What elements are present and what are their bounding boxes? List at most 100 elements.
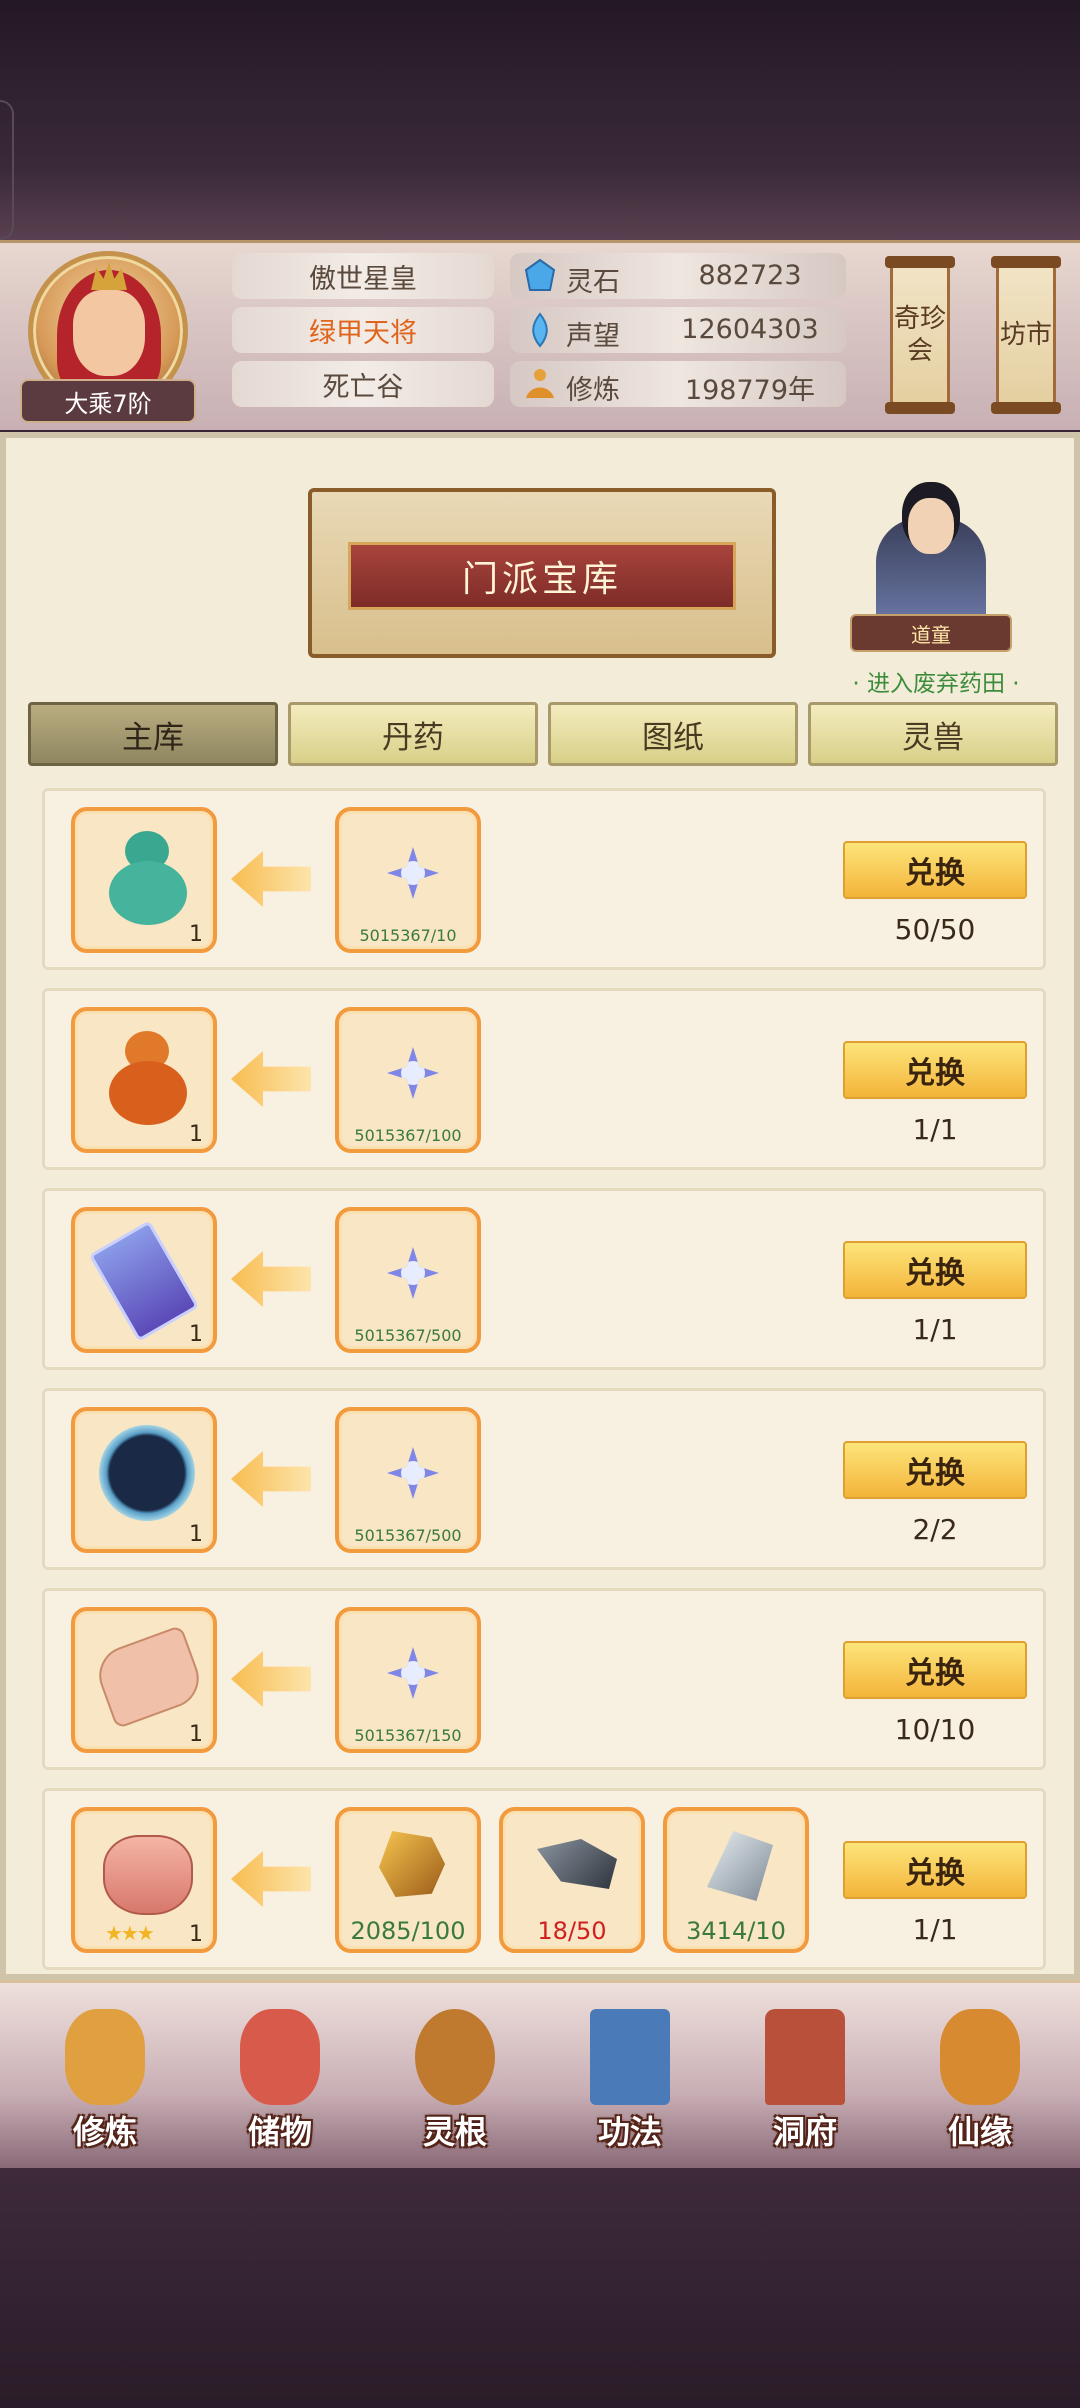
tab-blueprints[interactable]: 图纸: [548, 702, 798, 766]
cost-amount: 5015367/150: [354, 1726, 462, 1745]
nav-label: 储物: [247, 2113, 312, 2151]
exchange-count: 50/50: [894, 913, 976, 946]
npc-head: [908, 498, 954, 554]
gold-ore-icon: [379, 1831, 445, 1897]
cost-slot[interactable]: 5015367/100: [335, 1007, 481, 1153]
technique-book-icon: [590, 2009, 670, 2105]
storage-bag-icon: [240, 2009, 320, 2105]
avatar-face: [73, 290, 145, 376]
nav-storage[interactable]: 储物: [195, 1993, 365, 2163]
sect-vault-panel: 门派宝库 道童 · 进入废弃药田 · 主库 丹药 图纸 灵兽 1 5015367…: [0, 432, 1080, 1980]
player-header: 大乘7阶 傲世星皇 绿甲天将 死亡谷 灵石 882723 声望 12604303…: [0, 240, 1080, 430]
reward-qty: 1: [189, 1722, 203, 1747]
jade-talisman-icon: [88, 1220, 200, 1342]
reward-qty: 1: [189, 1122, 203, 1147]
stat-label: 修炼: [566, 375, 620, 406]
nav-label: 灵根: [422, 2113, 487, 2151]
spirit-root-icon: [415, 2009, 495, 2105]
cost-slot[interactable]: 5015367/500: [335, 1407, 481, 1553]
green-gourd-icon: [109, 831, 187, 927]
nav-label: 洞府: [772, 2113, 837, 2151]
cost-slot[interactable]: 5015367/500: [335, 1207, 481, 1353]
arrow-left-icon: [231, 1851, 311, 1907]
bottom-area: [0, 2168, 1080, 2408]
star-disc-icon: [99, 1425, 195, 1521]
exchange-row: 1 5015367/500 兑换 2/2: [42, 1388, 1046, 1570]
cultivation-icon: [526, 369, 554, 398]
nav-cultivate[interactable]: 修炼: [20, 1993, 190, 2163]
cost-amount: 2085/100: [350, 1917, 466, 1945]
nav-cave-mansion[interactable]: 洞府: [720, 1993, 890, 2163]
npc-portrait[interactable]: [866, 498, 996, 628]
cost-slot[interactable]: 2085/100: [335, 1807, 481, 1953]
reward-slot[interactable]: 1: [71, 807, 217, 953]
cost-amount: 5015367/10: [359, 926, 457, 945]
exchange-button[interactable]: 兑换: [843, 1641, 1027, 1699]
star-shuriken-icon: [387, 1047, 439, 1099]
tab-spirit-beasts[interactable]: 灵兽: [808, 702, 1058, 766]
player-name: 傲世星皇: [232, 253, 494, 299]
exchange-count: 1/1: [912, 1313, 958, 1346]
rank-label: 大乘7阶: [20, 379, 196, 423]
stat-cultivation: 修炼 198779年: [510, 361, 846, 407]
reward-slot[interactable]: 1: [71, 1007, 217, 1153]
cost-slot[interactable]: 18/50: [499, 1807, 645, 1953]
tab-main-vault[interactable]: 主库: [28, 702, 278, 766]
exchange-count: 1/1: [912, 1913, 958, 1946]
exchange-button[interactable]: 兑换: [843, 1041, 1027, 1099]
star-shuriken-icon: [387, 1247, 439, 1299]
exchange-row: 1 5015367/100 兑换 1/1: [42, 988, 1046, 1170]
player-location: 死亡谷: [232, 361, 494, 407]
reward-slot[interactable]: 1: [71, 1207, 217, 1353]
player-title: 绿甲天将: [232, 307, 494, 353]
reward-slot[interactable]: ★★★ 1: [71, 1807, 217, 1953]
npc-name: 道童: [850, 614, 1012, 652]
star-shuriken-icon: [387, 1647, 439, 1699]
stat-value: 882723: [698, 260, 802, 291]
stat-value: 12604303: [681, 314, 819, 345]
reward-qty: 1: [189, 922, 203, 947]
arrow-left-icon: [231, 1451, 311, 1507]
nav-label: 修炼: [72, 2113, 137, 2151]
star-shuriken-icon: [387, 847, 439, 899]
nav-technique[interactable]: 功法: [545, 1993, 715, 2163]
spirit-stone-icon: [524, 258, 556, 291]
reward-slot[interactable]: 1: [71, 1407, 217, 1553]
tab-pills[interactable]: 丹药: [288, 702, 538, 766]
reward-slot[interactable]: 1: [71, 1607, 217, 1753]
cost-slot[interactable]: 3414/10: [663, 1807, 809, 1953]
nav-label: 仙缘: [947, 2113, 1012, 2151]
nav-label: 功法: [597, 2113, 662, 2151]
arrow-left-icon: [231, 851, 311, 907]
arrow-left-icon: [231, 1051, 311, 1107]
dark-ore-icon: [537, 1839, 617, 1889]
reward-qty: 1: [189, 1322, 203, 1347]
cave-mansion-icon: [765, 2009, 845, 2105]
nav-immortal-fate[interactable]: 仙缘: [895, 1993, 1065, 2163]
star-rating: ★★★: [105, 1921, 155, 1945]
cost-amount: 5015367/500: [354, 1526, 462, 1545]
stat-value: 198779年: [684, 375, 816, 406]
cost-slot[interactable]: 5015367/150: [335, 1607, 481, 1753]
cost-slot[interactable]: 5015367/10: [335, 807, 481, 953]
immortal-gourd-icon: [940, 2009, 1020, 2105]
cost-amount: 5015367/100: [354, 1126, 462, 1145]
enter-herb-field-link[interactable]: · 进入废弃药田 ·: [826, 664, 1046, 698]
crown-icon: [91, 262, 127, 290]
cost-amount: 18/50: [537, 1917, 607, 1945]
exchange-button[interactable]: 兑换: [843, 1241, 1027, 1299]
silver-ore-icon: [707, 1831, 773, 1901]
nav-spirit-root[interactable]: 灵根: [370, 1993, 540, 2163]
reward-qty: 1: [189, 1922, 203, 1947]
edge-handle[interactable]: [0, 100, 14, 240]
exchange-button[interactable]: 兑换: [843, 841, 1027, 899]
exchange-row: 1 5015367/10 兑换 50/50: [42, 788, 1046, 970]
exchange-button[interactable]: 兑换: [843, 1441, 1027, 1499]
stat-label: 声望: [566, 321, 620, 352]
exchange-button[interactable]: 兑换: [843, 1841, 1027, 1899]
arrow-left-icon: [231, 1251, 311, 1307]
bottom-nav: 修炼 储物 灵根 功法 洞府 仙缘: [0, 1980, 1080, 2168]
market-button[interactable]: 坊市: [991, 256, 1061, 414]
treasure-fair-button[interactable]: 奇珍会: [885, 256, 955, 414]
cost-amount: 5015367/500: [354, 1326, 462, 1345]
